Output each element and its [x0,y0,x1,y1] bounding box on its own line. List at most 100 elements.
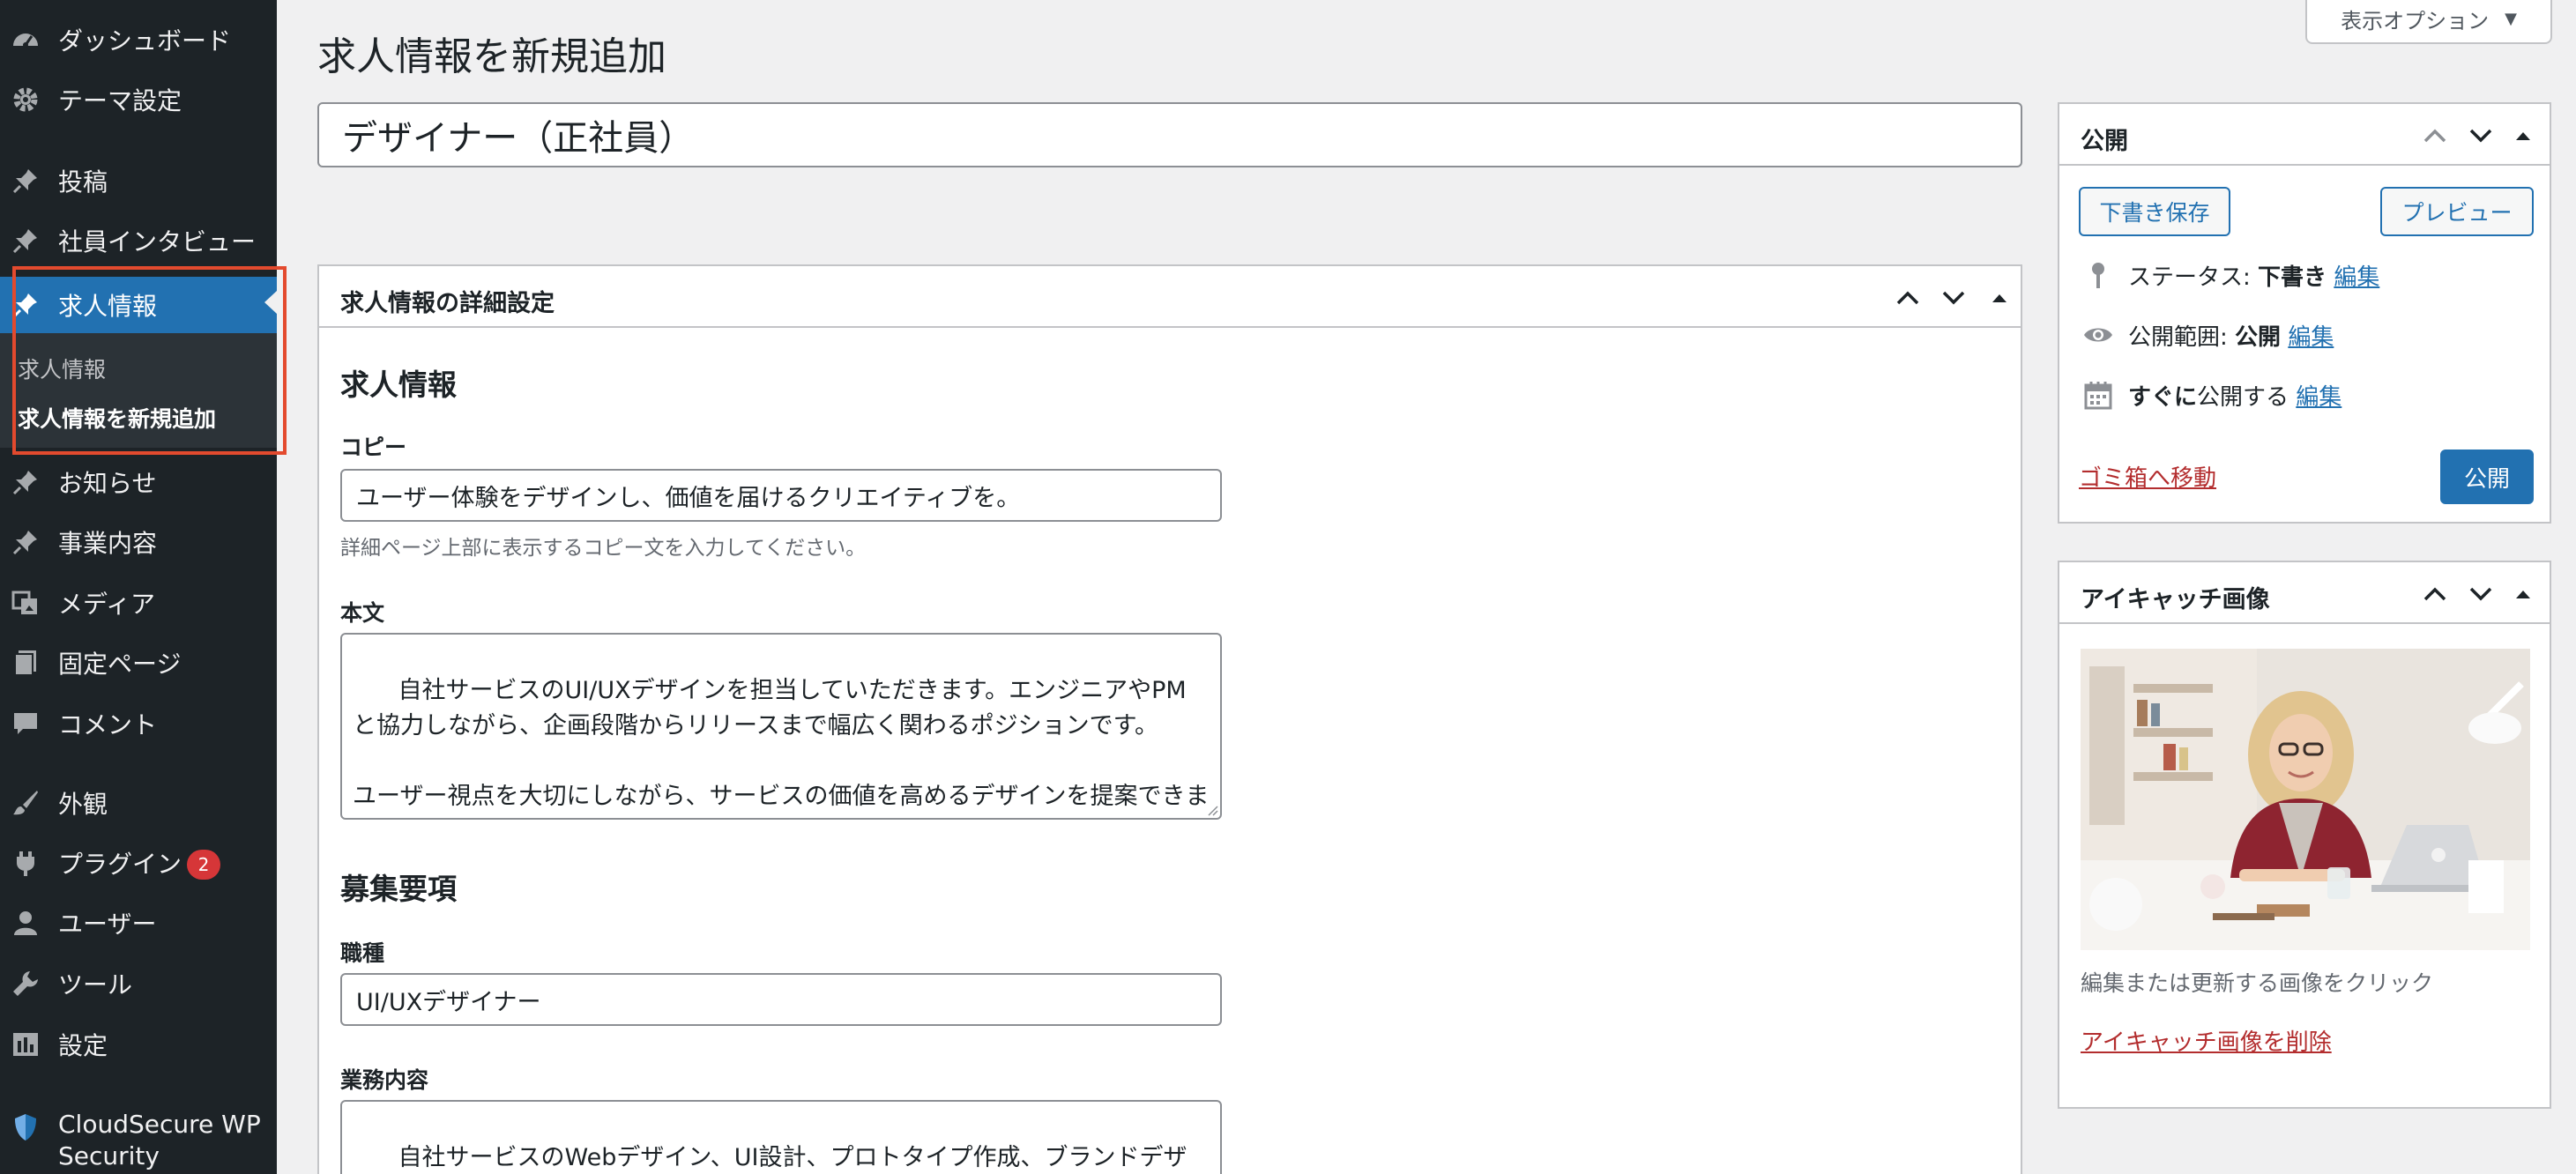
toggle-panel-icon[interactable] [2505,576,2541,612]
sidebar-item-business[interactable]: 事業内容 [0,516,277,568]
sidebar-item-label: 社員インタビュー [58,227,257,256]
visibility-label: 公開範囲: [2128,323,2228,351]
metabox-title: 公開 [2081,128,2128,155]
section-heading-job-info: 求人情報 [340,368,457,402]
sidebar-item-label: ツール [58,970,133,999]
chevron-up-icon[interactable] [2417,576,2453,612]
sidebar-item-interview[interactable]: 社員インタビュー [0,215,277,266]
section-heading-requirements: 募集要項 [340,872,457,906]
schedule-row: すぐに 公開する 編集 [2081,377,2341,412]
sidebar-item-theme[interactable]: テーマ設定 [0,74,277,125]
status-row: ステータス: 下書き 編集 [2081,257,2379,293]
pin-icon [9,525,42,559]
metabox-title: アイキャッチ画像 [2081,586,2270,613]
status-label: ステータス: [2128,264,2251,291]
visibility-value: 公開 [2235,323,2282,351]
remove-featured-image-link[interactable]: アイキャッチ画像を削除 [2081,1024,2332,1057]
sidebar-item-posts[interactable]: 投稿 [0,155,277,206]
preview-button[interactable]: プレビュー [2380,187,2534,236]
sidebar-item-label: CloudSecure WP Security [58,1109,261,1172]
settings-icon [9,1028,42,1061]
sidebar-item-appearance[interactable]: 外観 [0,777,277,828]
edit-schedule-link[interactable]: 編集 [2296,379,2341,412]
chevron-up-icon[interactable] [1890,280,1925,316]
screen-options-button[interactable]: 表示オプション ▼ [2305,0,2552,44]
edit-status-link[interactable]: 編集 [2334,259,2379,292]
shield-icon [9,1111,42,1144]
gauge-icon [9,23,42,56]
update-count-badge: 2 [187,850,220,880]
sidebar-item-cloudsecure[interactable]: CloudSecure WP Security [0,1107,277,1174]
metabox-header: アイキャッチ画像 [2059,562,2550,624]
comment-icon [9,707,42,740]
sidebar-item-plugins[interactable]: プラグイン 2 [0,837,277,888]
page-icon [9,646,42,680]
user-icon [9,906,42,940]
toggle-panel-icon[interactable] [1982,280,2017,316]
publish-metabox: 公開 下書き保存 プレビュー ステータス: 下書き 編集 公開範囲: 公開 編集… [2058,102,2551,524]
sidebar-item-users[interactable]: ユーザー [0,897,277,948]
copy-label: コピー [340,435,407,460]
wrench-icon [9,967,42,1000]
caret-down-icon: ▼ [2505,9,2517,28]
body-textarea[interactable]: 自社サービスのUI/UXデザインを担当していただきます。エンジニアやPMと協力し… [340,633,1222,820]
screen-options-label: 表示オプション [2341,8,2490,33]
job-details-metabox: 求人情報の詳細設定 求人情報 コピー ユーザー体験をデザインし、価値を届けるクリ… [317,264,2022,1174]
sidebar-item-label: コメント [58,710,158,739]
featured-image-photo [2081,649,2530,950]
sidebar-item-dashboard[interactable]: ダッシュボード [0,14,277,65]
featured-image-metabox: アイキャッチ画像 編集または更新する画像をクリック アイキャッチ画像を削除 [2058,561,2551,1109]
copy-input[interactable]: ユーザー体験をデザインし、価値を届けるクリエイティブを。 [340,469,1222,522]
job-type-label: 職種 [340,940,385,966]
eye-icon [2081,317,2116,353]
visibility-row: 公開範囲: 公開 編集 [2081,317,2334,353]
chevron-up-icon[interactable] [2417,118,2453,153]
plugin-icon [9,846,42,880]
resize-handle-icon[interactable] [1206,804,1218,816]
media-icon [9,586,42,620]
toggle-panel-icon[interactable] [2505,118,2541,153]
sidebar-item-media[interactable]: メディア [0,577,277,628]
post-title-input[interactable]: デザイナー（正社員） [317,102,2022,167]
sidebar-item-label: メディア [58,590,156,619]
sidebar-item-label: 投稿 [58,167,108,197]
chevron-down-icon[interactable] [2463,118,2498,153]
admin-sidebar: ダッシュボード テーマ設定 投稿 社員インタビュー 求人情報 求人情報 求人情報… [0,0,287,1174]
body-text: 自社サービスのUI/UXデザインを担当していただきます。エンジニアやPMと協力し… [353,677,1210,810]
sidebar-item-label: 事業内容 [58,529,158,558]
metabox-header: 公開 [2059,104,2550,166]
sidebar-item-news[interactable]: お知らせ [0,457,277,508]
brush-icon [9,786,42,820]
publish-button[interactable]: 公開 [2440,450,2534,504]
edit-visibility-link[interactable]: 編集 [2288,319,2334,352]
key-pin-icon [2081,257,2116,293]
sidebar-item-label-line1: CloudSecure WP [58,1110,261,1139]
duties-text: 自社サービスのWebデザイン、UI設計、プロトタイプ作成、ブランドデザインなど [398,1144,1187,1171]
duties-textarea[interactable]: 自社サービスのWebデザイン、UI設計、プロトタイプ作成、ブランドデザインなど [340,1100,1222,1174]
page-title: 求人情報を新規追加 [317,34,666,79]
duties-label: 業務内容 [340,1067,429,1093]
schedule-text: 公開する [2197,383,2289,411]
sidebar-item-label: 固定ページ [58,650,182,679]
pin-icon [9,465,42,499]
featured-image-thumbnail[interactable] [2081,649,2530,950]
sidebar-item-label: テーマ設定 [58,86,182,115]
chevron-down-icon[interactable] [2463,576,2498,612]
pin-icon [9,224,42,257]
sidebar-item-label: 設定 [58,1031,108,1060]
job-type-input[interactable]: UI/UXデザイナー [340,973,1222,1026]
calendar-icon [2081,377,2116,412]
save-draft-button[interactable]: 下書き保存 [2079,187,2230,236]
chevron-down-icon[interactable] [1936,280,1971,316]
move-to-trash-link[interactable]: ゴミ箱へ移動 [2079,460,2216,493]
annotation-highlight [12,266,287,455]
sidebar-item-settings[interactable]: 設定 [0,1019,277,1070]
sidebar-item-pages[interactable]: 固定ページ [0,637,277,688]
sidebar-item-label: プラグイン [58,850,182,879]
sidebar-item-comments[interactable]: コメント [0,698,277,749]
sidebar-item-label-line2: Security [58,1141,160,1170]
sidebar-item-tools[interactable]: ツール [0,958,277,1009]
gear-icon [9,83,42,116]
sidebar-item-label: お知らせ [58,469,157,498]
sidebar-item-label: ダッシュボード [58,26,232,56]
